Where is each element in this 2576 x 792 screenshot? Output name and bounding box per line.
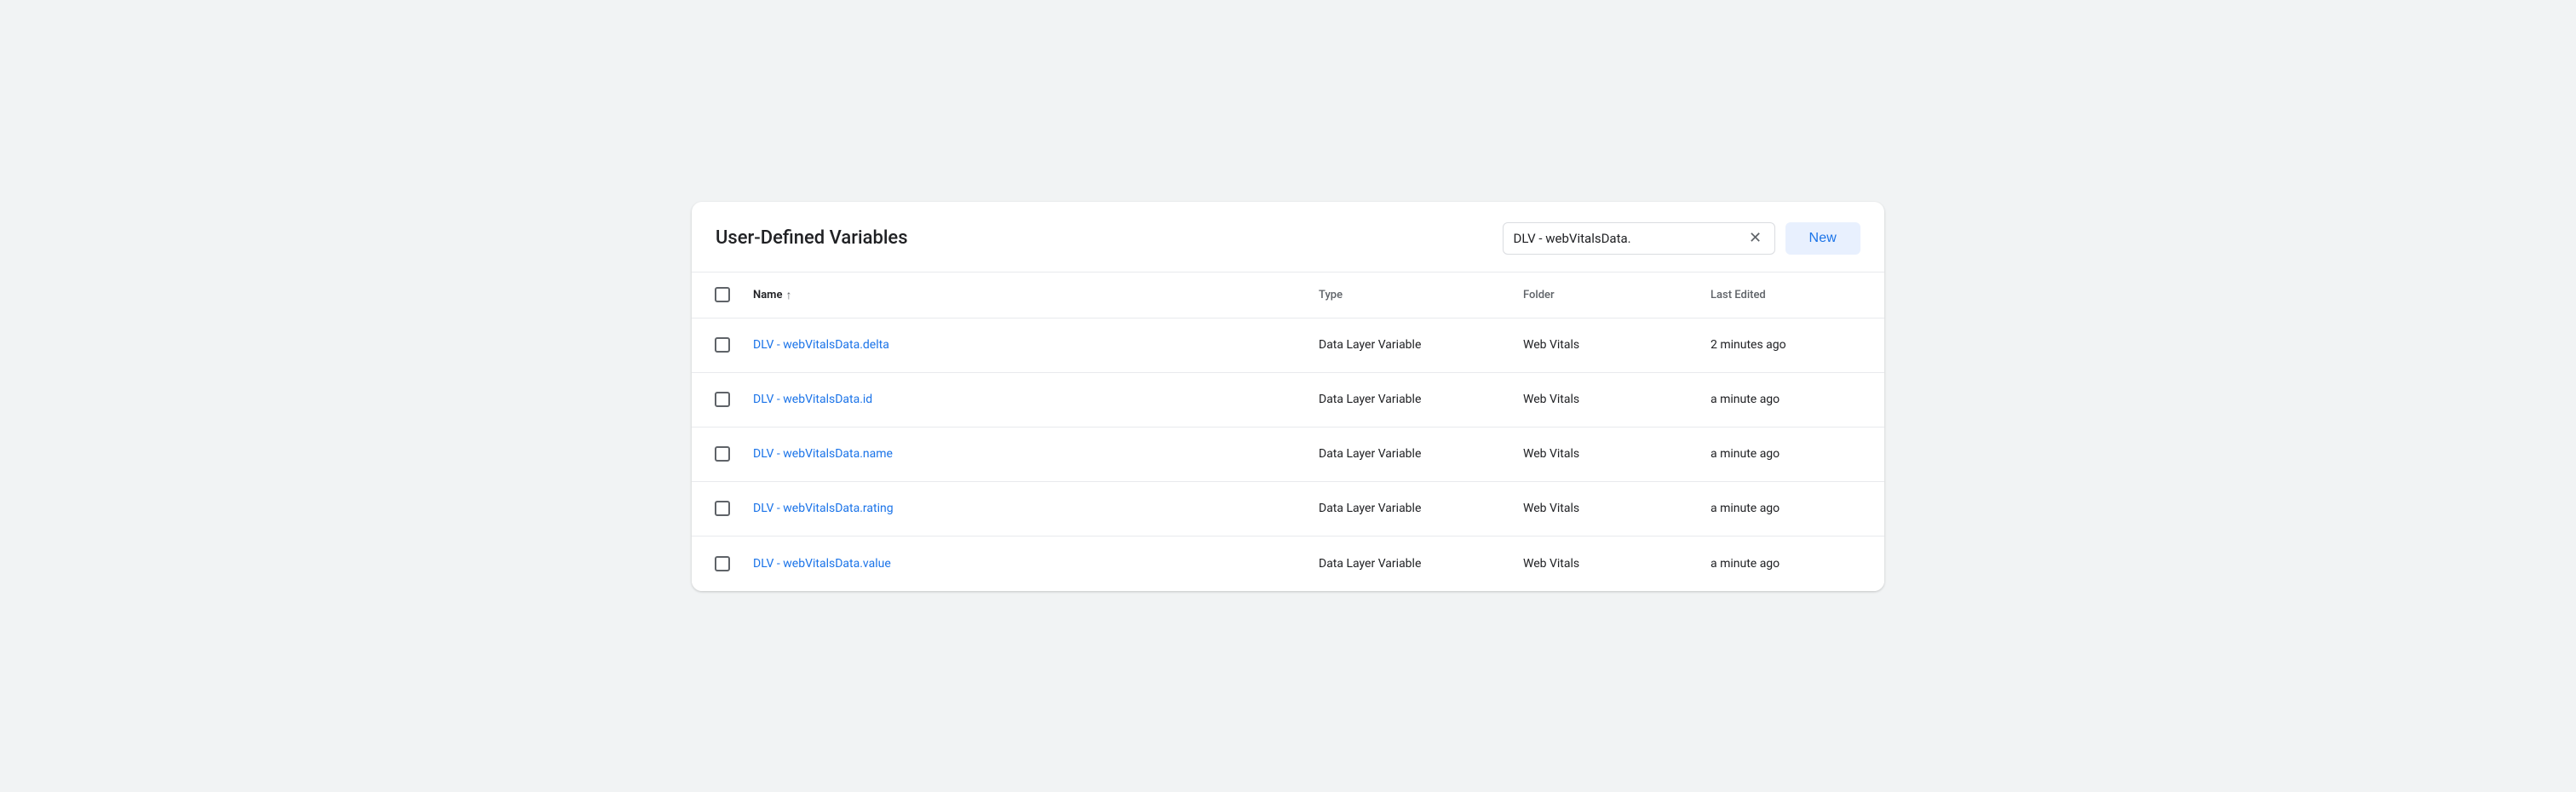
- new-button[interactable]: New: [1785, 222, 1861, 255]
- row-checkbox[interactable]: [715, 501, 730, 516]
- column-header-edited: Last Edited: [1697, 281, 1884, 309]
- page-title: User-Defined Variables: [716, 227, 908, 249]
- row-name[interactable]: DLV - webVitalsData.rating: [739, 488, 1305, 529]
- row-type: Data Layer Variable: [1305, 379, 1509, 420]
- row-checkbox-cell: [692, 392, 739, 407]
- row-edited: 2 minutes ago: [1697, 324, 1884, 365]
- row-folder: Web Vitals: [1509, 324, 1697, 365]
- row-edited: a minute ago: [1697, 543, 1884, 584]
- table-row: DLV - webVitalsData.delta Data Layer Var…: [692, 319, 1884, 373]
- table-row: DLV - webVitalsData.name Data Layer Vari…: [692, 428, 1884, 482]
- main-container: User-Defined Variables DLV - webVitalsDa…: [692, 202, 1884, 591]
- header: User-Defined Variables DLV - webVitalsDa…: [692, 202, 1884, 272]
- row-edited: a minute ago: [1697, 433, 1884, 474]
- table-header: Name ↑ Type Folder Last Edited: [692, 273, 1884, 319]
- sort-ascending-icon[interactable]: ↑: [785, 288, 791, 302]
- row-type: Data Layer Variable: [1305, 324, 1509, 365]
- row-checkbox-cell: [692, 556, 739, 571]
- row-checkbox-cell: [692, 501, 739, 516]
- row-type: Data Layer Variable: [1305, 488, 1509, 529]
- row-checkbox[interactable]: [715, 446, 730, 462]
- row-checkbox-cell: [692, 446, 739, 462]
- table-row: DLV - webVitalsData.id Data Layer Variab…: [692, 373, 1884, 428]
- row-folder: Web Vitals: [1509, 433, 1697, 474]
- row-folder: Web Vitals: [1509, 543, 1697, 584]
- variables-table: Name ↑ Type Folder Last Edited DLV - web…: [692, 272, 1884, 591]
- column-header-name: Name ↑: [739, 281, 1305, 309]
- column-header-type: Type: [1305, 281, 1509, 309]
- search-input-value[interactable]: DLV - webVitalsData.: [1514, 231, 1740, 246]
- table-row: DLV - webVitalsData.rating Data Layer Va…: [692, 482, 1884, 537]
- clear-icon[interactable]: ✕: [1747, 230, 1764, 247]
- row-checkbox-cell: [692, 337, 739, 353]
- select-all-checkbox[interactable]: [715, 287, 730, 302]
- row-type: Data Layer Variable: [1305, 433, 1509, 474]
- row-edited: a minute ago: [1697, 488, 1884, 529]
- row-folder: Web Vitals: [1509, 488, 1697, 529]
- row-name[interactable]: DLV - webVitalsData.name: [739, 433, 1305, 474]
- row-checkbox[interactable]: [715, 392, 730, 407]
- row-name[interactable]: DLV - webVitalsData.delta: [739, 324, 1305, 365]
- row-edited: a minute ago: [1697, 379, 1884, 420]
- row-type: Data Layer Variable: [1305, 543, 1509, 584]
- table-row: DLV - webVitalsData.value Data Layer Var…: [692, 537, 1884, 591]
- search-box: DLV - webVitalsData. ✕: [1503, 222, 1775, 255]
- table-body: DLV - webVitalsData.delta Data Layer Var…: [692, 319, 1884, 591]
- header-actions: DLV - webVitalsData. ✕ New: [1503, 222, 1861, 255]
- row-checkbox[interactable]: [715, 337, 730, 353]
- row-name[interactable]: DLV - webVitalsData.id: [739, 379, 1305, 420]
- row-checkbox[interactable]: [715, 556, 730, 571]
- select-all-checkbox-cell: [692, 281, 739, 309]
- column-header-folder: Folder: [1509, 281, 1697, 309]
- row-folder: Web Vitals: [1509, 379, 1697, 420]
- row-name[interactable]: DLV - webVitalsData.value: [739, 543, 1305, 584]
